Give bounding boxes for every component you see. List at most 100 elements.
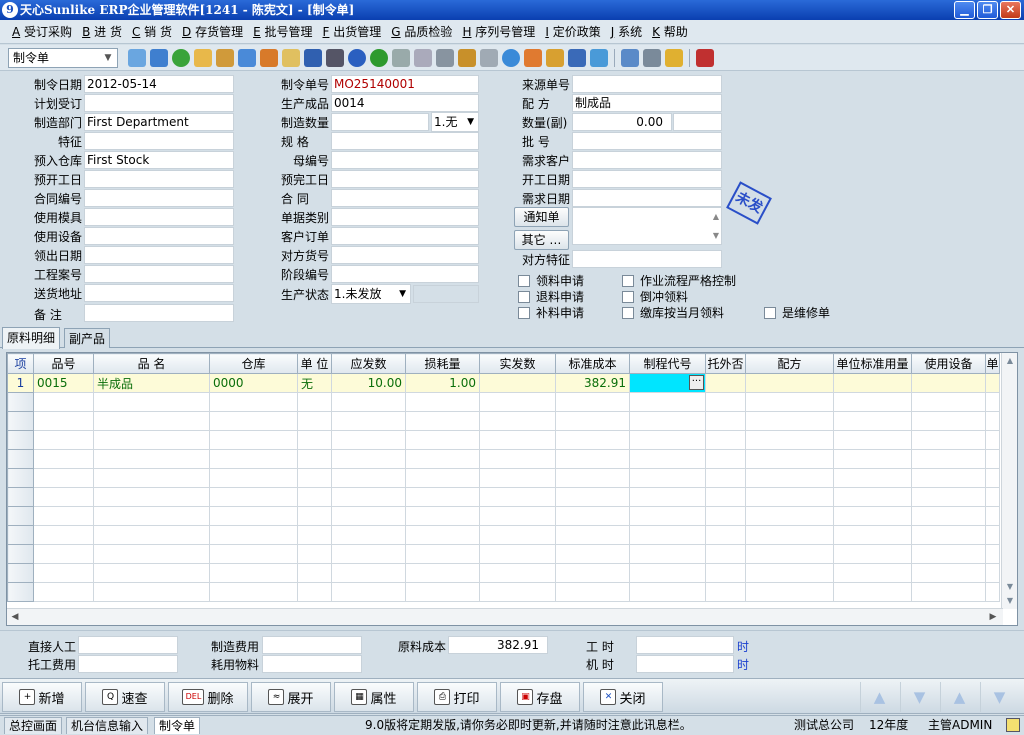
- grid-cell[interactable]: [405, 449, 480, 469]
- grid-cell[interactable]: [479, 411, 556, 431]
- table-row[interactable]: [7, 468, 1000, 488]
- export-icon[interactable]: [568, 48, 586, 67]
- cell-equipment[interactable]: [911, 373, 986, 393]
- grid-cell[interactable]: [405, 468, 480, 488]
- row-index[interactable]: [7, 468, 34, 488]
- exit-icon[interactable]: [696, 48, 714, 67]
- grid-cell[interactable]: [911, 487, 986, 507]
- cart-icon[interactable]: [392, 48, 410, 67]
- grid-cell[interactable]: [405, 506, 480, 526]
- grid-cell[interactable]: [745, 525, 834, 545]
- grid-cell[interactable]: [833, 449, 912, 469]
- col-item-no[interactable]: 品号: [33, 353, 94, 374]
- grid-cell[interactable]: [479, 430, 556, 450]
- scroll-up-icon[interactable]: ▲: [713, 208, 719, 225]
- dept-field[interactable]: First Department: [84, 113, 234, 131]
- grid-cell[interactable]: [93, 487, 210, 507]
- plan-order-field[interactable]: [84, 94, 234, 112]
- tab-byproduct[interactable]: 副产品: [64, 328, 111, 348]
- grid-cell[interactable]: [833, 506, 912, 526]
- grid-cell[interactable]: [629, 392, 706, 412]
- grid-cell[interactable]: [209, 411, 298, 431]
- grid-cell[interactable]: [479, 563, 556, 583]
- table-row[interactable]: [7, 525, 1000, 545]
- grid-cell[interactable]: [297, 411, 332, 431]
- machine-time-field[interactable]: [636, 655, 734, 673]
- grid-cell[interactable]: [745, 468, 834, 488]
- grid-cell[interactable]: [705, 506, 746, 526]
- tab-material-detail[interactable]: 原料明细: [2, 327, 61, 349]
- grid-cell[interactable]: [745, 449, 834, 469]
- col-outsource[interactable]: 托外否: [705, 353, 746, 374]
- grid-cell[interactable]: [33, 544, 94, 564]
- grid-cell[interactable]: [479, 506, 556, 526]
- grid-cell[interactable]: [985, 506, 1000, 526]
- check-icon[interactable]: [502, 48, 520, 67]
- cell-warehouse[interactable]: 0000: [209, 373, 298, 393]
- menu-quality[interactable]: G 品质检验: [391, 23, 452, 40]
- scroll-bottom-icon[interactable]: ▼: [1004, 581, 1016, 593]
- status-tab-main[interactable]: 总控画面: [4, 717, 63, 734]
- col-index[interactable]: 项: [7, 353, 34, 374]
- grid-cell[interactable]: [331, 449, 406, 469]
- grid-cell[interactable]: [405, 582, 480, 602]
- grid-cell[interactable]: [331, 468, 406, 488]
- grid-cell[interactable]: [985, 449, 1000, 469]
- close-window-button[interactable]: ✕: [1000, 1, 1021, 19]
- table-row[interactable]: [7, 487, 1000, 507]
- product-field[interactable]: 0014: [331, 94, 479, 112]
- add-button[interactable]: + 新增: [2, 682, 82, 712]
- checkbox[interactable]: [518, 290, 530, 303]
- alert-icon[interactable]: [524, 48, 542, 67]
- cell-unit[interactable]: 无: [297, 373, 332, 393]
- grid-cell[interactable]: [297, 525, 332, 545]
- grid-cell[interactable]: [33, 563, 94, 583]
- grid-cell[interactable]: [705, 468, 746, 488]
- checkbox[interactable]: [518, 274, 530, 287]
- tree-icon[interactable]: [128, 48, 146, 67]
- user-lock-icon[interactable]: [194, 48, 212, 67]
- contract2-field[interactable]: [331, 189, 479, 207]
- qty-field[interactable]: [331, 113, 429, 131]
- grid-cell[interactable]: [745, 563, 834, 583]
- qty-unit-select[interactable]: 1.无 ▼: [431, 112, 479, 132]
- grid-cell[interactable]: [479, 392, 556, 412]
- grid-cell[interactable]: [555, 411, 630, 431]
- formula-field[interactable]: 制成品: [572, 94, 722, 112]
- grid-cell[interactable]: [833, 582, 912, 602]
- menu-batch[interactable]: E 批号管理: [253, 23, 312, 40]
- lock-icon[interactable]: [1006, 718, 1020, 732]
- grid-cell[interactable]: [93, 392, 210, 412]
- cell-unit-std-usage[interactable]: [833, 373, 912, 393]
- table-row[interactable]: 1 0015 半成品 0000 无 10.00 1.00 382.91 ···: [7, 373, 1000, 393]
- grid-cell[interactable]: [705, 411, 746, 431]
- grid-cell[interactable]: [331, 525, 406, 545]
- grid-cell[interactable]: [705, 544, 746, 564]
- menu-serial[interactable]: H 序列号管理: [462, 23, 535, 40]
- table-row[interactable]: [7, 506, 1000, 526]
- remark-field[interactable]: [84, 304, 234, 322]
- cell-item-no[interactable]: 0015: [33, 373, 94, 393]
- order-date-field[interactable]: 2012-05-14: [84, 75, 234, 93]
- grid-cell[interactable]: [911, 544, 986, 564]
- col-unit-std-usage[interactable]: 单位标准用量: [833, 353, 912, 374]
- checkbox[interactable]: [518, 306, 530, 319]
- outsource-cost-field[interactable]: [78, 655, 178, 673]
- grid-cell[interactable]: [555, 392, 630, 412]
- grid-cell[interactable]: [93, 563, 210, 583]
- grid-cell[interactable]: [33, 468, 94, 488]
- status-tab-order[interactable]: 制令单: [154, 717, 201, 734]
- grid-cell[interactable]: [555, 582, 630, 602]
- refresh-icon[interactable]: [590, 48, 608, 67]
- cell-item-name[interactable]: 半成品: [93, 373, 210, 393]
- grid-cell[interactable]: [405, 411, 480, 431]
- grid-cell[interactable]: [297, 487, 332, 507]
- users-icon[interactable]: [260, 48, 278, 67]
- menu-inventory[interactable]: D 存货管理: [182, 23, 243, 40]
- org-chart-icon[interactable]: [546, 48, 564, 67]
- grid-cell[interactable]: [555, 563, 630, 583]
- print-button[interactable]: ⎙ 打印: [417, 682, 497, 712]
- grid-cell[interactable]: [209, 544, 298, 564]
- grid-cell[interactable]: [911, 392, 986, 412]
- notice-textarea[interactable]: ▲ ▼: [572, 207, 722, 245]
